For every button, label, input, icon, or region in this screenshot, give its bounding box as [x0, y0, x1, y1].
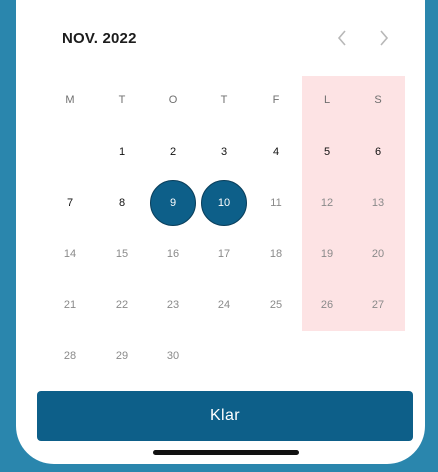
weekday-sun: S — [374, 94, 382, 106]
day-cell: 22 — [115, 299, 129, 311]
day-cell: 28 — [63, 350, 77, 362]
home-indicator — [153, 450, 299, 455]
month-title: NOV. 2022 — [62, 30, 137, 47]
day-cell: 29 — [115, 350, 129, 362]
day-cell[interactable]: 3 — [204, 146, 244, 158]
day-cell: 27 — [371, 299, 385, 311]
selected-day-start[interactable]: 9 — [150, 180, 196, 226]
day-cell: 11 — [270, 197, 282, 209]
day-cell[interactable]: 1 — [102, 146, 142, 158]
day-cell: 14 — [63, 248, 77, 260]
day-cell: 16 — [166, 248, 180, 260]
previous-month-button[interactable] — [331, 27, 353, 49]
day-cell[interactable]: 6 — [358, 146, 398, 158]
day-cell: 15 — [115, 248, 129, 260]
chevron-right-icon — [380, 30, 389, 46]
day-cell: 24 — [217, 299, 231, 311]
done-button[interactable]: Klar — [37, 391, 413, 441]
device-frame: NOV. 2022 M T O T F L S 1 2 3 4 5 6 7 8 … — [0, 0, 438, 472]
day-cell: 19 — [320, 248, 334, 260]
day-cell[interactable]: 2 — [153, 146, 193, 158]
calendar-screen: NOV. 2022 M T O T F L S 1 2 3 4 5 6 7 8 … — [16, 0, 425, 464]
day-cell: 30 — [166, 350, 180, 362]
day-cell: 13 — [371, 197, 385, 209]
day-cell: 17 — [217, 248, 231, 260]
day-cell: 25 — [269, 299, 283, 311]
chevron-left-icon — [337, 30, 346, 46]
day-cell: 23 — [166, 299, 180, 311]
day-cell: 26 — [320, 299, 334, 311]
day-cell[interactable]: 7 — [50, 197, 90, 209]
weekday-tue: T — [118, 94, 126, 106]
day-cell: 21 — [63, 299, 77, 311]
day-cell: 18 — [269, 248, 283, 260]
day-cell: 20 — [371, 248, 385, 260]
weekday-thu: T — [220, 94, 228, 106]
weekday-fri: F — [272, 94, 280, 106]
day-cell[interactable]: 4 — [256, 146, 296, 158]
day-cell: 12 — [320, 197, 334, 209]
weekday-mon: M — [65, 94, 75, 106]
weekday-wed: O — [168, 94, 178, 106]
day-cell[interactable]: 8 — [102, 197, 142, 209]
day-cell[interactable]: 5 — [307, 146, 347, 158]
next-month-button[interactable] — [373, 27, 395, 49]
weekday-sat: L — [323, 94, 331, 106]
selected-day-end[interactable]: 10 — [201, 180, 247, 226]
